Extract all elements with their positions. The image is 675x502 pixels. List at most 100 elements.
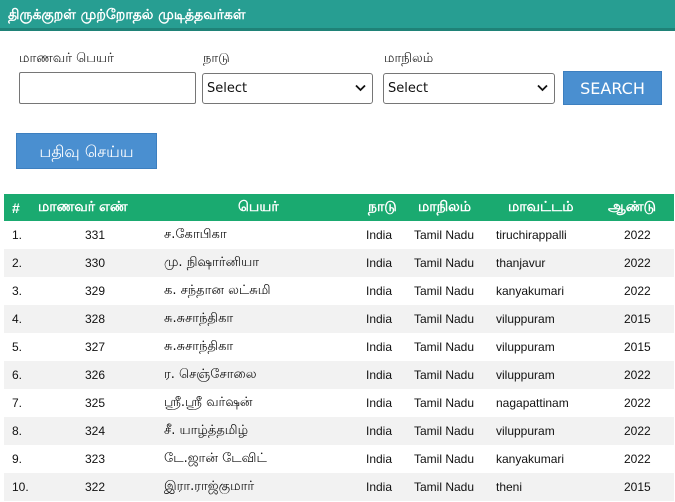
row-country: India	[366, 284, 393, 298]
row-name: ச.கோபிகா	[164, 227, 227, 242]
state-select[interactable]: Select	[383, 73, 555, 104]
row-district: viluppuram	[496, 368, 555, 382]
col-header-state: மாநிலம்	[418, 198, 472, 214]
row-year: 2022	[624, 424, 651, 438]
row-district: kanyakumari	[496, 452, 565, 466]
row-name: டே.ஜான் டேவிட்	[164, 451, 267, 466]
row-name: மு. நிஷார்னியா	[164, 255, 260, 270]
row-year: 2022	[624, 368, 651, 382]
row-country: India	[366, 480, 393, 494]
row-index: 7.	[12, 396, 23, 410]
row-district: nagapattinam	[496, 396, 569, 410]
row-student-number: 329	[85, 284, 106, 298]
row-district: theni	[496, 480, 523, 494]
row-year: 2022	[624, 452, 651, 466]
row-name: க. சந்தான லட்சுமி	[164, 283, 271, 298]
row-district: tiruchirappalli	[496, 228, 567, 242]
row-country: India	[366, 424, 393, 438]
row-year: 2015	[624, 312, 651, 326]
col-header-index: #	[12, 199, 20, 216]
row-state: Tamil Nadu	[414, 424, 475, 438]
row-state: Tamil Nadu	[414, 228, 475, 242]
row-student-number: 323	[85, 452, 106, 466]
row-student-number: 328	[85, 312, 106, 326]
col-header-district: மாவட்டம்	[508, 198, 574, 214]
table-row: 6. 326 ர. செஞ்சோலை India Tamil Nadu viluppura…	[4, 361, 674, 389]
row-index: 6.	[12, 368, 23, 382]
row-country: India	[366, 396, 393, 410]
country-select-value: Select	[207, 81, 248, 96]
table-row: 10. 322 இரா.ராஜ்குமார் India Tamil Nadu theni…	[4, 473, 674, 501]
row-country: India	[366, 312, 393, 326]
row-index: 8.	[12, 424, 23, 438]
search-button[interactable]: SEARCH	[563, 71, 662, 105]
row-state: Tamil Nadu	[414, 396, 475, 410]
page-title: திருக்குறள் முற்றோதல் முடித்தவர்கள்	[8, 7, 246, 23]
row-state: Tamil Nadu	[414, 452, 475, 466]
table-row: 3. 329 க. சந்தான லட்சுமி India Tamil Nadu kan…	[4, 277, 674, 305]
row-state: Tamil Nadu	[414, 312, 475, 326]
state-label: மாநிலம்	[384, 51, 434, 66]
row-student-number: 325	[85, 396, 106, 410]
row-index: 2.	[12, 256, 23, 270]
row-district: viluppuram	[496, 340, 555, 354]
row-name: ர. செஞ்சோலை	[164, 367, 257, 382]
row-country: India	[366, 256, 393, 270]
row-name: இரா.ராஜ்குமார்	[164, 479, 255, 494]
country-label: நாடு	[203, 51, 230, 66]
row-student-number: 326	[85, 368, 106, 382]
table-body: 1. 331 ச.கோபிகா India Tamil Nadu tiruchirappa…	[4, 221, 674, 501]
table-row: 8. 324 சீ. யாழ்த்தமிழ் India Tamil Nadu vilup…	[4, 417, 674, 445]
table-row: 1. 331 ச.கோபிகா India Tamil Nadu tiruchirappa…	[4, 221, 674, 249]
chevron-down-icon	[537, 81, 548, 95]
table-header: # மாணவர் எண் பெயர் நாடு மாநிலம் மாவட்டம்…	[4, 194, 674, 221]
col-header-student-number: மாணவர் எண்	[38, 198, 128, 214]
row-country: India	[366, 368, 393, 382]
table-row: 9. 323 டே.ஜான் டேவிட் India Tamil Nadu kanyak…	[4, 445, 674, 473]
row-country: India	[366, 340, 393, 354]
row-name: சு.சுசாந்திகா	[164, 311, 234, 326]
row-student-number: 322	[85, 480, 106, 494]
student-name-label: மாணவர் பெயர்	[19, 51, 114, 66]
row-district: viluppuram	[496, 312, 555, 326]
row-index: 5.	[12, 340, 23, 354]
country-select[interactable]: Select	[202, 73, 373, 104]
filter-panel: மாணவர் பெயர் நாடு Select மாநிலம் Select …	[0, 31, 675, 191]
row-student-number: 331	[85, 228, 106, 242]
students-table: # மாணவர் எண் பெயர் நாடு மாநிலம் மாவட்டம்…	[4, 194, 674, 501]
row-student-number: 324	[85, 424, 106, 438]
chevron-down-icon	[355, 81, 366, 95]
row-student-number: 330	[85, 256, 106, 270]
table-row: 7. 325 ஸ்ரீ.ஸ்ரீ வர்ஷன் India Tamil Nadu naga…	[4, 389, 674, 417]
row-index: 3.	[12, 284, 23, 298]
page-header: திருக்குறள் முற்றோதல் முடித்தவர்கள்	[0, 0, 675, 31]
row-year: 2015	[624, 340, 651, 354]
row-year: 2015	[624, 480, 651, 494]
table-row: 5. 327 சு.சுசாந்திகா India Tamil Nadu viluppu…	[4, 333, 674, 361]
row-country: India	[366, 228, 393, 242]
register-button[interactable]: பதிவு செய்ய	[16, 133, 157, 169]
row-state: Tamil Nadu	[414, 480, 475, 494]
row-district: thanjavur	[496, 256, 546, 270]
row-year: 2022	[624, 396, 651, 410]
table-row: 4. 328 சு.சுசாந்திகா India Tamil Nadu viluppu…	[4, 305, 674, 333]
row-district: viluppuram	[496, 424, 555, 438]
row-index: 10.	[12, 480, 29, 494]
col-header-name: பெயர்	[238, 198, 279, 214]
row-year: 2022	[624, 284, 651, 298]
row-year: 2022	[624, 228, 651, 242]
row-name: சு.சுசாந்திகா	[164, 339, 234, 354]
student-name-input[interactable]	[19, 72, 196, 104]
row-state: Tamil Nadu	[414, 368, 475, 382]
row-state: Tamil Nadu	[414, 256, 475, 270]
row-year: 2022	[624, 256, 651, 270]
table-row: 2. 330 மு. நிஷார்னியா India Tamil Nadu thanja…	[4, 249, 674, 277]
row-state: Tamil Nadu	[414, 340, 475, 354]
row-index: 1.	[12, 228, 23, 242]
row-district: kanyakumari	[496, 284, 565, 298]
row-index: 4.	[12, 312, 23, 326]
row-name: சீ. யாழ்த்தமிழ்	[164, 423, 249, 438]
row-country: India	[366, 452, 393, 466]
col-header-year: ஆண்டு	[608, 198, 657, 214]
state-select-value: Select	[388, 81, 429, 96]
